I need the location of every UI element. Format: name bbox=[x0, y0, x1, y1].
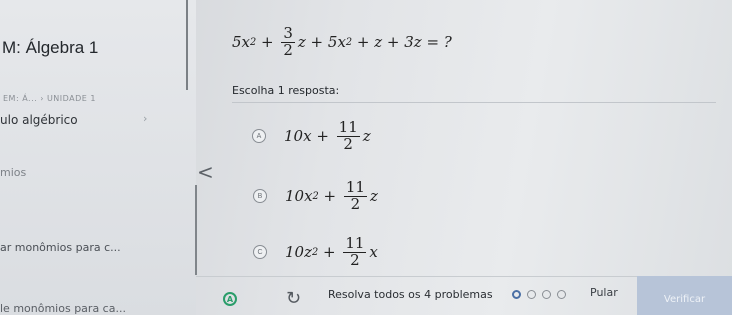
radio-b[interactable]: B bbox=[253, 189, 267, 204]
chevron-right-icon[interactable]: › bbox=[143, 112, 147, 125]
choice-a-tail: z bbox=[362, 127, 371, 146]
choice-a-fraction: 11 2 bbox=[336, 119, 360, 153]
answer-prompt: Escolha 1 resposta: bbox=[232, 84, 340, 97]
choice-c-lead: 10z bbox=[285, 243, 312, 262]
choice-b-tail: z bbox=[369, 187, 378, 206]
sidebar-item-exercise-2[interactable]: le monômios para ca... bbox=[0, 302, 126, 315]
choice-b[interactable]: B 10x 2 + 11 2 z bbox=[253, 179, 378, 213]
course-title: M: Álgebra 1 bbox=[2, 38, 99, 57]
sidebar-divider-lower bbox=[195, 185, 197, 275]
choice-b-lead: 10x bbox=[285, 187, 313, 206]
choice-b-plus: + bbox=[318, 187, 341, 206]
divider bbox=[232, 102, 716, 103]
question-fraction-den: 2 bbox=[283, 40, 293, 59]
sidebar-divider bbox=[186, 0, 188, 90]
sidebar-item-topic[interactable]: ulo algébrico bbox=[0, 113, 78, 127]
breadcrumb[interactable]: EM: Á... › UNIDADE 1 bbox=[3, 94, 96, 103]
radio-c[interactable]: C bbox=[253, 245, 267, 260]
progress-dot bbox=[557, 290, 566, 299]
choice-c-plus: + bbox=[318, 243, 341, 262]
progress-dot bbox=[542, 290, 551, 299]
refresh-icon[interactable]: ↻ bbox=[286, 288, 301, 309]
question-term-3: + z + 3z = ? bbox=[352, 33, 452, 52]
skip-button[interactable]: Pular bbox=[590, 286, 618, 299]
progress-dots bbox=[512, 290, 566, 299]
choice-b-fraction: 11 2 bbox=[343, 179, 367, 213]
hint-icon[interactable]: A bbox=[223, 292, 237, 306]
collapse-sidebar-icon[interactable]: < bbox=[197, 160, 214, 184]
check-button[interactable]: Verificar bbox=[637, 276, 732, 315]
progress-dot bbox=[527, 290, 536, 299]
choice-a[interactable]: A 10x + 11 2 z bbox=[252, 119, 371, 153]
choice-c-expression: 10z 2 + 11 2 x bbox=[285, 235, 378, 269]
choice-a-den: 2 bbox=[343, 134, 353, 153]
choice-c-fraction: 11 2 bbox=[343, 235, 367, 269]
choice-b-den: 2 bbox=[350, 194, 361, 213]
question-fraction: 3 2 bbox=[281, 25, 295, 59]
choice-a-lead: 10x + bbox=[284, 127, 334, 146]
question-op-1: + bbox=[256, 33, 279, 52]
sidebar-item-exercise-1[interactable]: ar monômios para c... bbox=[0, 241, 121, 254]
choice-b-expression: 10x 2 + 11 2 z bbox=[285, 179, 378, 213]
choice-c-tail: x bbox=[369, 243, 378, 262]
question-expression: 5x 2 + 3 2 z + 5x 2 + z + 3z = ? bbox=[232, 25, 452, 59]
progress-dot bbox=[512, 290, 521, 299]
sidebar-item-exercises[interactable]: mios bbox=[0, 166, 26, 179]
question-term-1: 5x bbox=[232, 33, 251, 52]
question-term-2: z + 5x bbox=[297, 33, 346, 52]
progress-text: Resolva todos os 4 problemas bbox=[328, 288, 493, 301]
radio-a[interactable]: A bbox=[252, 129, 266, 144]
choice-a-expression: 10x + 11 2 z bbox=[284, 119, 371, 153]
choice-c[interactable]: C 10z 2 + 11 2 x bbox=[253, 235, 378, 269]
choice-c-den: 2 bbox=[350, 250, 360, 269]
